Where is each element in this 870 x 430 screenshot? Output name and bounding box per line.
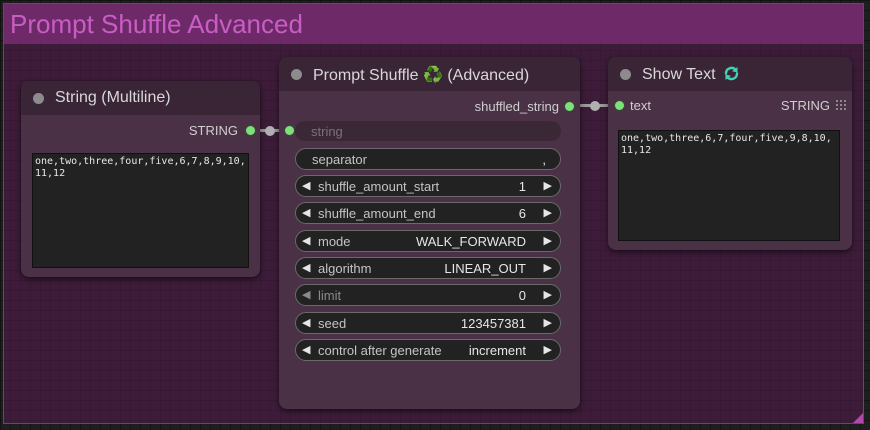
widget-shuffle-amount-start[interactable]: ◀ shuffle_amount_start 1 ▶ [295,175,561,197]
input-slot-text[interactable] [615,101,624,110]
text-output-area[interactable]: one,two,three,6,7,four,five,9,8,10,11,12 [618,130,840,241]
decrement-arrow-icon[interactable]: ◀ [302,179,310,192]
widget-mode[interactable]: ◀ mode WALK_FORWARD ▶ [295,230,561,252]
next-arrow-icon[interactable]: ▶ [544,261,552,274]
next-arrow-icon[interactable]: ▶ [544,234,552,247]
widget-shuffle-amount-end[interactable]: ◀ shuffle_amount_end 6 ▶ [295,202,561,224]
widget-limit[interactable]: ◀ limit 0 ▶ [295,284,561,306]
output-label-string: STRING [780,98,830,113]
link-midpoint-knob[interactable] [590,101,600,111]
output-slot-shuffled-string[interactable] [565,102,574,111]
input-string-converted: string [295,121,561,141]
node-title: String (Multiline) [55,89,171,106]
node-header[interactable]: String (Multiline) [21,81,260,115]
widget-control-after-generate[interactable]: ◀ control after generate increment ▶ [295,339,561,361]
output-slot-string[interactable] [246,126,255,135]
input-slot-string[interactable] [285,126,294,135]
output-label-shuffled-string: shuffled_string [474,99,559,114]
node-header[interactable]: Prompt Shuffle ♻️ (Advanced) [279,57,580,91]
widget-value: , [542,152,546,167]
widget-separator[interactable]: separator , [295,148,561,170]
previous-arrow-icon[interactable]: ◀ [302,343,310,356]
widget-seed[interactable]: ◀ seed 123457381 ▶ [295,312,561,334]
collapse-dot-icon[interactable] [33,93,44,104]
link-midpoint-knob[interactable] [265,126,275,136]
widget-name: mode [318,234,351,249]
widget-value: 1 [518,179,526,194]
node-string-multiline[interactable]: String (Multiline) STRING one,two,three,… [21,81,260,277]
widget-value: LINEAR_OUT [444,261,526,276]
decrement-arrow-icon[interactable]: ◀ [302,316,310,329]
group-resize-handle[interactable] [853,413,863,423]
increment-arrow-icon[interactable]: ▶ [544,179,552,192]
increment-arrow-icon[interactable]: ▶ [544,316,552,329]
node-title-text: Show Text [642,66,716,83]
widget-value: increment [468,343,526,358]
text-input-area[interactable]: one,two,three,four,five,6,7,8,9,10,11,12 [32,153,249,268]
widget-name: separator [312,152,367,167]
decrement-arrow-icon[interactable]: ◀ [302,206,310,219]
widget-name: limit [318,288,342,303]
node-title: Prompt Shuffle ♻️ (Advanced) [313,67,530,84]
node-prompt-shuffle-advanced[interactable]: Prompt Shuffle ♻️ (Advanced) shuffled_st… [279,57,580,409]
collapse-dot-icon[interactable] [620,69,631,80]
widget-algorithm[interactable]: ◀ algorithm LINEAR_OUT ▶ [295,257,561,279]
output-label-string: STRING [188,123,238,138]
input-label-text: text [630,98,651,113]
previous-arrow-icon[interactable]: ◀ [302,261,310,274]
grid-dots-icon [836,100,846,110]
group-title: Prompt Shuffle Advanced [10,9,303,39]
node-title: Show Text [642,65,740,84]
widget-value: 6 [518,206,526,221]
previous-arrow-icon[interactable]: ◀ [302,234,310,247]
widget-name: shuffle_amount_start [318,179,440,194]
widget-name: seed [318,316,347,331]
decrement-arrow-icon: ◀ [302,289,311,301]
node-header[interactable]: Show Text [608,57,852,91]
input-label-string: string [311,124,343,139]
node-show-text[interactable]: Show Text text STRING one,two,three,6,7,… [608,57,852,250]
group-header[interactable]: Prompt Shuffle Advanced [4,4,863,44]
widget-value: 0 [518,288,526,303]
increment-arrow-icon[interactable]: ▶ [544,288,552,301]
increment-arrow-icon[interactable]: ▶ [544,206,552,219]
widget-value: 123457381 [460,316,526,331]
widget-name: shuffle_amount_end [318,206,436,221]
collapse-dot-icon[interactable] [291,69,302,80]
widget-name: algorithm [318,261,372,276]
recycle-refresh-icon [724,66,739,81]
widget-name: control after generate [318,343,442,358]
next-arrow-icon[interactable]: ▶ [544,343,552,356]
widget-value: WALK_FORWARD [415,234,526,249]
